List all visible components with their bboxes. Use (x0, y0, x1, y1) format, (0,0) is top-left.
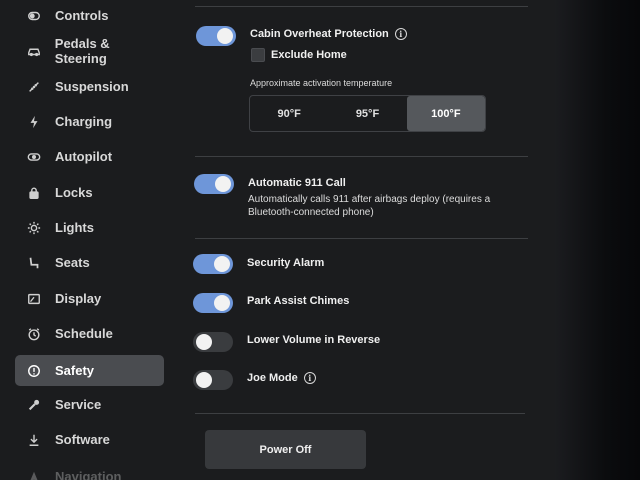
park-assist-title: Park Assist Chimes (247, 295, 350, 307)
sidebar-item-pedals-steering[interactable]: Pedals & Steering (15, 35, 164, 66)
toggle-icon (25, 7, 43, 25)
park-assist-toggle[interactable] (193, 293, 233, 313)
lower-volume-title: Lower Volume in Reverse (247, 334, 381, 346)
steering-wheel-icon (25, 148, 43, 166)
navigation-icon (25, 468, 43, 480)
sidebar: Controls Pedals & Steering Suspension Ch… (0, 0, 180, 480)
sidebar-item-seats[interactable]: Seats (15, 247, 164, 278)
download-icon (25, 431, 43, 449)
sidebar-item-label: Seats (55, 255, 90, 270)
wrench-icon (25, 396, 43, 414)
sidebar-item-label: Pedals & Steering (54, 35, 110, 66)
temperature-selector: 90°F 95°F 100°F (249, 95, 486, 132)
divider (195, 413, 525, 414)
sun-icon (25, 219, 43, 237)
sidebar-item-autopilot[interactable]: Autopilot (15, 141, 164, 172)
sidebar-item-label: Locks (55, 185, 93, 200)
temp-option-90[interactable]: 90°F (250, 96, 328, 131)
lock-icon (25, 184, 43, 202)
sidebar-item-schedule[interactable]: Schedule (15, 318, 164, 349)
auto-911-title: Automatic 911 Call (248, 177, 346, 189)
sidebar-item-label: Safety (55, 363, 95, 378)
sidebar-item-label: Schedule (55, 326, 113, 341)
sidebar-item-display[interactable]: Display (15, 283, 164, 314)
exclude-home-label: Exclude Home (271, 49, 347, 61)
sidebar-item-locks[interactable]: Locks (15, 177, 164, 208)
clock-icon (25, 325, 43, 343)
temperature-label: Approximate activation temperature (250, 78, 393, 88)
sidebar-item-label: Software (55, 432, 110, 447)
alert-circle-icon (25, 362, 43, 380)
screen-bezel (555, 0, 640, 480)
divider (195, 156, 528, 157)
info-icon[interactable]: i (394, 28, 407, 41)
auto-911-toggle[interactable] (194, 174, 234, 194)
settings-screen: Controls Pedals & Steering Suspension Ch… (0, 0, 555, 480)
divider (195, 238, 528, 239)
sidebar-item-safety[interactable]: Safety (15, 355, 164, 386)
car-icon (25, 42, 43, 60)
lightning-icon (25, 113, 43, 131)
display-icon (25, 290, 43, 308)
sidebar-item-label: Controls (55, 8, 109, 23)
cabin-overheat-title: Cabin Overheat Protection i (250, 28, 407, 41)
cabin-overheat-toggle[interactable] (196, 26, 236, 46)
power-off-button[interactable]: Power Off (205, 430, 366, 469)
security-alarm-toggle[interactable] (193, 254, 233, 274)
exclude-home-checkbox[interactable] (251, 48, 265, 62)
security-alarm-title: Security Alarm (247, 257, 325, 269)
info-icon[interactable]: i (303, 372, 316, 385)
sidebar-item-label: Charging (55, 114, 113, 129)
joe-mode-title: Joe Mode i (247, 372, 316, 385)
sidebar-item-label: Navigation (55, 469, 122, 480)
temp-option-100[interactable]: 100°F (406, 96, 485, 131)
suspension-icon (25, 78, 43, 96)
sidebar-item-suspension[interactable]: Suspension (15, 71, 164, 102)
joe-mode-toggle[interactable] (193, 370, 233, 390)
sidebar-item-controls[interactable]: Controls (15, 0, 164, 31)
sidebar-item-charging[interactable]: Charging (15, 106, 164, 137)
seat-icon (25, 254, 43, 272)
lower-volume-toggle[interactable] (193, 332, 233, 352)
sidebar-item-label: Suspension (55, 79, 129, 94)
temp-option-95[interactable]: 95°F (328, 96, 406, 131)
sidebar-item-software[interactable]: Software (15, 424, 164, 455)
sidebar-item-label: Autopilot (55, 149, 113, 164)
sidebar-item-label: Lights (55, 220, 94, 235)
divider (195, 6, 528, 7)
sidebar-item-label: Service (55, 397, 102, 412)
sidebar-item-navigation[interactable]: Navigation (15, 461, 164, 480)
auto-911-description: Automatically calls 911 after airbags de… (248, 194, 491, 218)
sidebar-item-label: Display (55, 291, 102, 306)
sidebar-item-lights[interactable]: Lights (15, 212, 164, 243)
sidebar-item-service[interactable]: Service (15, 389, 164, 420)
